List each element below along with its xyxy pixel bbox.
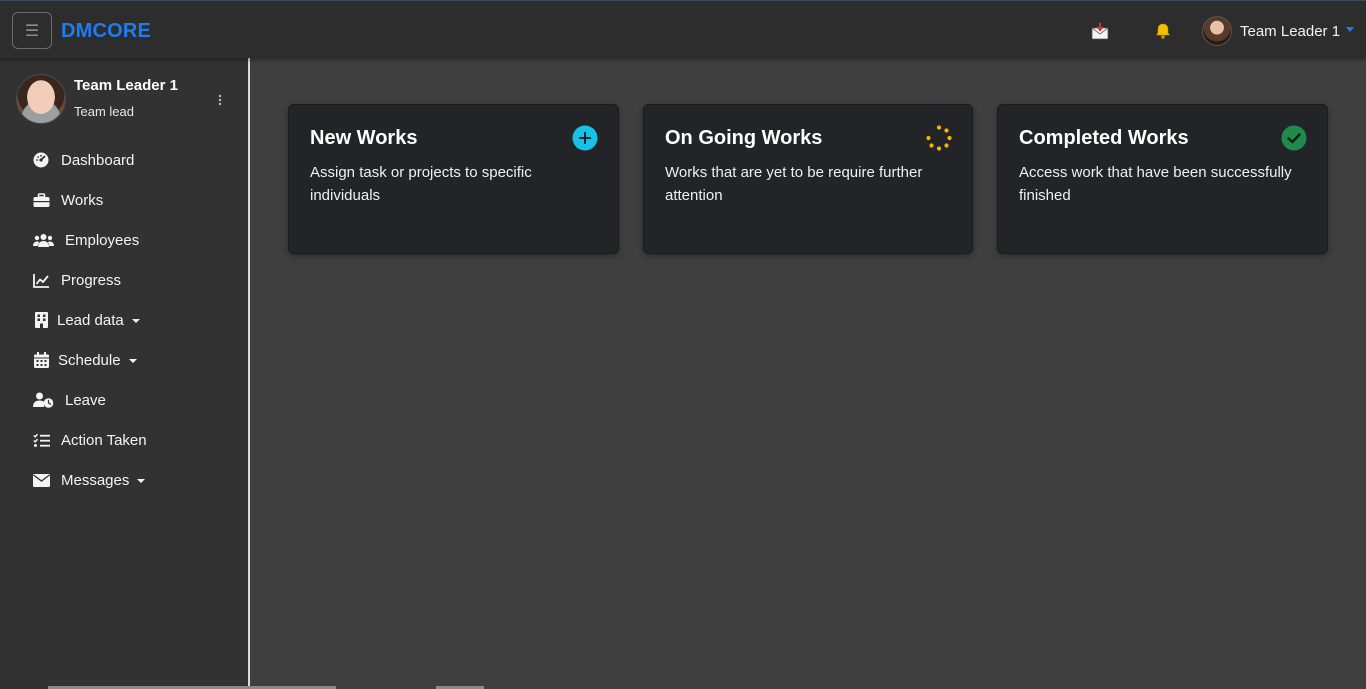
- sidebar-divider: [248, 58, 250, 689]
- card-on-going-works[interactable]: On Going Works Works that are yet to be …: [643, 104, 973, 254]
- briefcase-icon: [32, 191, 50, 209]
- sidebar-item-label: Dashboard: [61, 151, 135, 169]
- sidebar-item-progress[interactable]: Progress: [0, 260, 248, 300]
- sidebar-item-dashboard[interactable]: Dashboard: [0, 140, 248, 180]
- spinner-icon: [926, 125, 952, 151]
- sidebar: Team Leader 1 Team lead Dashboard Works …: [0, 58, 248, 689]
- sidebar-item-label: Employees: [65, 231, 140, 249]
- sidebar-item-messages[interactable]: Messages: [0, 460, 248, 500]
- calendar-icon: [32, 351, 50, 369]
- user-clock-icon: [32, 391, 54, 409]
- caret-down-icon: [128, 358, 137, 363]
- top-navbar: ☰ DMCORE Team Leader 1: [0, 0, 1366, 58]
- sidebar-item-label: Works: [61, 191, 104, 209]
- profile-role: Team lead: [74, 104, 134, 119]
- building-icon: [32, 311, 50, 329]
- mail-inbox-icon[interactable]: [1089, 20, 1111, 42]
- chevron-down-icon: [1346, 26, 1355, 32]
- sidebar-item-employees[interactable]: Employees: [0, 220, 248, 260]
- plus-circle-icon[interactable]: [572, 125, 598, 151]
- avatar: [1202, 16, 1232, 46]
- card-title: New Works: [310, 127, 418, 149]
- sidebar-toggle-button[interactable]: ☰: [12, 12, 52, 49]
- line-chart-icon: [32, 271, 50, 289]
- hamburger-icon: ☰: [24, 22, 40, 40]
- card-title: Completed Works: [1019, 127, 1189, 149]
- profile-name: Team Leader 1: [74, 77, 178, 94]
- sidebar-item-label: Action Taken: [61, 431, 147, 449]
- sidebar-item-label: Schedule: [58, 351, 121, 369]
- user-menu-dropdown[interactable]: Team Leader 1: [1202, 15, 1355, 47]
- user-menu-name: Team Leader 1: [1240, 22, 1341, 40]
- card-new-works[interactable]: New Works Assign task or projects to spe…: [288, 104, 619, 254]
- profile-avatar: [16, 74, 66, 124]
- card-description: Works that are yet to be require further…: [665, 164, 923, 204]
- bell-icon[interactable]: [1152, 20, 1174, 42]
- users-icon: [32, 231, 54, 249]
- brand-logo[interactable]: DMCORE: [61, 20, 151, 43]
- sidebar-profile: Team Leader 1 Team lead: [16, 74, 236, 126]
- sidebar-item-lead-data[interactable]: Lead data: [0, 300, 248, 340]
- card-description: Access work that have been successfully …: [1019, 164, 1292, 204]
- sidebar-item-works[interactable]: Works: [0, 180, 248, 220]
- dashboard-gauge-icon: [32, 151, 50, 169]
- list-check-icon: [32, 431, 50, 449]
- sidebar-item-action-taken[interactable]: Action Taken: [0, 420, 248, 460]
- sidebar-item-label: Lead data: [57, 311, 124, 329]
- sidebar-item-label: Messages: [61, 471, 130, 489]
- envelope-icon: [32, 471, 50, 489]
- more-options-icon[interactable]: [214, 94, 226, 106]
- caret-down-icon: [131, 318, 140, 323]
- card-title: On Going Works: [665, 127, 823, 149]
- sidebar-item-schedule[interactable]: Schedule: [0, 340, 248, 380]
- sidebar-item-leave[interactable]: Leave: [0, 380, 248, 420]
- check-circle-icon[interactable]: [1281, 125, 1307, 151]
- sidebar-item-label: Leave: [65, 391, 106, 409]
- card-completed-works[interactable]: Completed Works Access work that have be…: [997, 104, 1328, 254]
- sidebar-item-label: Progress: [61, 271, 122, 289]
- card-description: Assign task or projects to specific indi…: [310, 164, 532, 204]
- sidebar-nav: Dashboard Works Employees Progress Lead …: [0, 140, 248, 500]
- caret-down-icon: [137, 478, 146, 483]
